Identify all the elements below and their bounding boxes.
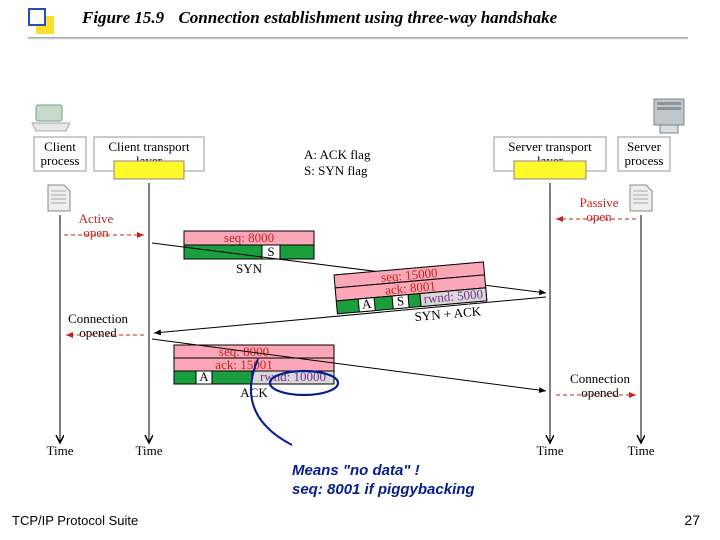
time-label: Time [537, 443, 564, 455]
callout-line2: seq: 8001 if piggybacking [292, 481, 475, 500]
figure-number: Figure 15.9 [82, 8, 164, 27]
time-label: Time [47, 443, 74, 455]
figure-title: Figure 15.9 Connection establishment usi… [82, 8, 557, 28]
legend-ack: A: ACK flag [304, 147, 371, 162]
conn-opened-right: Connectionopened [570, 371, 630, 400]
page-number: 27 [684, 512, 700, 528]
slide-logo [28, 8, 56, 36]
handshake-diagram: Clientprocess Client transportlayer Serv… [24, 75, 696, 455]
passive-open-label: Passiveopen [580, 195, 619, 224]
svg-text:S: S [396, 293, 405, 309]
synack-segment: seq: 15000 ack: 8001 A S rwnd: 5000 SYN … [334, 261, 488, 331]
legend-syn: S: SYN flag [304, 163, 368, 178]
svg-text:Serverprocess: Serverprocess [625, 139, 664, 168]
laptop-icon [32, 105, 70, 131]
svg-text:S: S [267, 244, 274, 259]
footer-title: TCP/IP Protocol Suite [12, 513, 138, 528]
time-label: Time [136, 443, 163, 455]
title-rule [28, 37, 688, 39]
time-label: Time [628, 443, 655, 455]
svg-text:A: A [199, 369, 209, 384]
syn-segment: seq: 8000 S SYN [184, 230, 314, 276]
svg-text:Clientprocess: Clientprocess [41, 139, 80, 168]
server-icon [654, 99, 684, 133]
svg-text:seq: 8000: seq: 8000 [224, 230, 274, 245]
client-transport-box: Client transportlayer [94, 137, 204, 179]
server-transport-box: Server transportlayer [494, 137, 606, 179]
callout-line1: Means "no data" ! [292, 462, 475, 481]
svg-text:ACK: ACK [240, 385, 268, 400]
figure-caption: Connection establishment using three-way… [178, 8, 557, 27]
callout-text: Means "no data" ! seq: 8001 if piggyback… [292, 462, 475, 500]
active-open-label: Activeopen [79, 211, 114, 240]
conn-opened-left: Connectionopened [68, 311, 128, 340]
svg-text:SYN: SYN [236, 261, 263, 276]
doc-icon [48, 185, 70, 211]
client-process-box: Clientprocess [34, 137, 86, 171]
server-process-box: Serverprocess [618, 137, 670, 171]
doc-icon [630, 185, 652, 211]
